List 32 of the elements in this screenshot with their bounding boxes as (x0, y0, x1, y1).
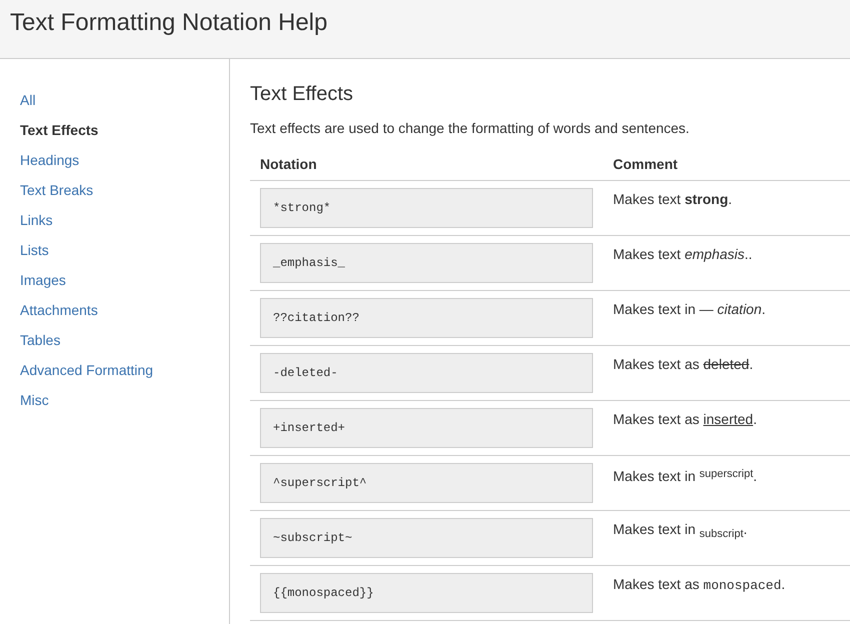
sidebar-link[interactable]: Misc (20, 385, 49, 415)
page-title: Text Formatting Notation Help (10, 8, 328, 38)
sidebar-link[interactable]: Tables (20, 325, 60, 355)
code-block: *strong* (260, 188, 593, 228)
sidebar-link[interactable]: Text Breaks (20, 175, 94, 205)
code-block: {{monospaced}} (260, 573, 593, 613)
code-block: _emphasis_ (260, 243, 593, 283)
sidebar-link[interactable]: Advanced Formatting (20, 355, 154, 385)
code-block: ??citation?? (260, 298, 593, 338)
code-block: ^superscript^ (260, 463, 593, 503)
comment-text: Makes text strong. (612, 190, 732, 208)
sidebar-link[interactable]: Links (20, 205, 53, 235)
comment-text: Makes text emphasis.. (612, 245, 752, 263)
comment-text: Makes text as deleted. (612, 355, 754, 373)
sidebar-link[interactable]: All (20, 85, 36, 115)
sidebar-link[interactable]: Images (20, 265, 66, 295)
sidebar-link[interactable]: Lists (20, 235, 49, 265)
sidebar-link[interactable]: Headings (20, 145, 80, 175)
comment-text: Makes text in — citation. (612, 300, 766, 318)
section-title: Text Effects (250, 82, 354, 107)
column-header: Comment (612, 154, 678, 174)
comment-text: Makes text as monospaced. (612, 575, 786, 595)
section-description: Text effects are used to change the formatting of words and sentences. (250, 119, 690, 137)
sidebar-link[interactable]: Text Effects (20, 115, 98, 145)
code-block: +inserted+ (260, 408, 593, 448)
sidebar-link[interactable]: Attachments (20, 295, 98, 325)
comment-text: Makes text in $_{subscript}$. (612, 520, 748, 542)
column-header: Notation (259, 154, 318, 174)
code-block: ~subscript~ (260, 518, 593, 558)
comment-text: Makes text as inserted. (612, 410, 757, 428)
code-block: -deleted- (260, 353, 593, 393)
comment-text: Makes text in $^{superscript}$. (612, 467, 758, 485)
